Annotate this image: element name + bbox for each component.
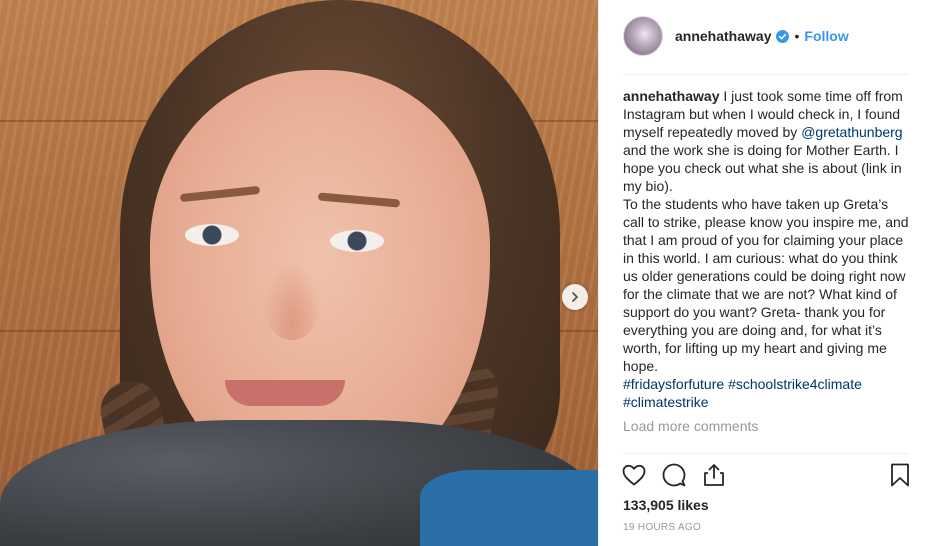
- eye-left: [185, 224, 239, 246]
- divider: [623, 74, 909, 75]
- caption-paragraph-1: annehathaway I just took some time off f…: [623, 87, 913, 195]
- hashtag[interactable]: #climatestrike: [623, 394, 709, 410]
- hashtag[interactable]: #schoolstrike4climate: [728, 376, 862, 392]
- hashtag[interactable]: #fridaysforfuture: [623, 376, 724, 392]
- divider: [623, 453, 909, 454]
- bookmark-icon[interactable]: [887, 462, 913, 488]
- next-photo-button[interactable]: [562, 284, 588, 310]
- comment-bubble-icon[interactable]: [661, 462, 687, 488]
- post-side-panel: annehathaway • Follow annehathaway I jus…: [598, 0, 930, 546]
- avatar[interactable]: [623, 16, 663, 56]
- header-username[interactable]: annehathaway: [675, 28, 771, 44]
- chevron-right-icon: [572, 292, 578, 302]
- action-bar: [621, 462, 911, 490]
- caption-paragraph-2: To the students who have taken up Greta’…: [623, 196, 909, 374]
- blue-shirt: [420, 470, 598, 546]
- comment-peek: [623, 444, 909, 452]
- heart-icon[interactable]: [621, 462, 647, 488]
- likes-count[interactable]: 133,905 likes: [623, 497, 709, 513]
- eye-right: [330, 230, 384, 252]
- separator-dot: •: [794, 28, 800, 44]
- mouth: [225, 380, 345, 406]
- verified-badge-icon: [776, 29, 790, 43]
- follow-button[interactable]: Follow: [804, 28, 848, 44]
- post-photo: [0, 0, 598, 546]
- post-timestamp[interactable]: 19 HOURS AGO: [623, 522, 701, 533]
- caption-hashtags: #fridaysforfuture #schoolstrike4climate #…: [623, 375, 913, 411]
- nose: [262, 260, 322, 340]
- caption-mention[interactable]: @gretathunberg: [801, 124, 902, 140]
- post-header: annehathaway • Follow: [623, 14, 909, 58]
- caption-author[interactable]: annehathaway: [623, 88, 719, 104]
- load-more-comments-button[interactable]: Load more comments: [623, 418, 758, 434]
- share-icon[interactable]: [701, 462, 727, 488]
- post-caption: annehathaway I just took some time off f…: [623, 87, 913, 411]
- caption-text-part2: and the work she is doing for Mother Ear…: [623, 142, 902, 194]
